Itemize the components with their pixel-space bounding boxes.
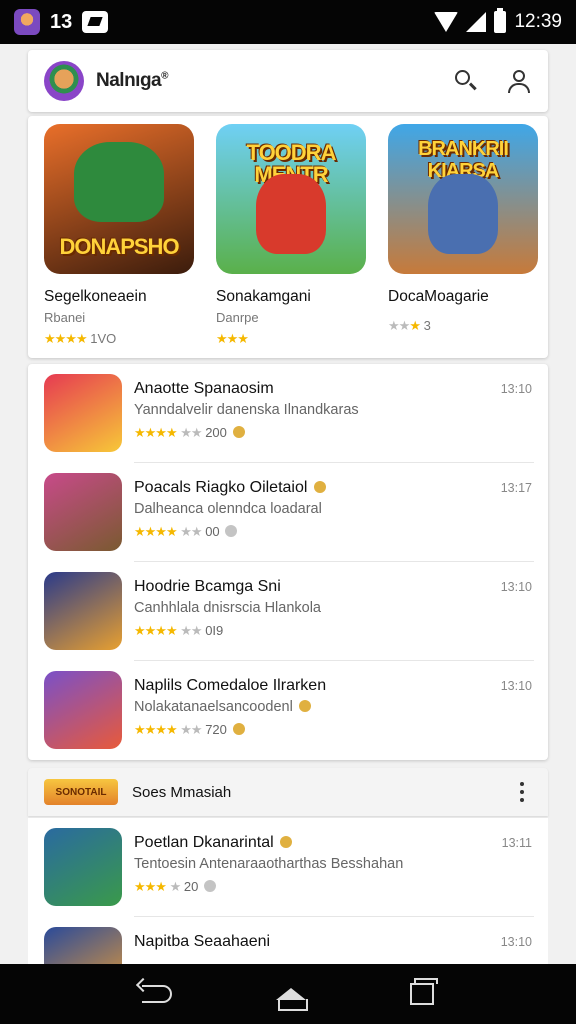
game-rating: ★★★ ★ 20 [134, 879, 216, 895]
game-rating: ★★★★ ★★ 720 [134, 722, 245, 738]
user-icon [513, 70, 525, 82]
more-options-icon[interactable] [512, 780, 532, 804]
home-icon[interactable] [276, 988, 308, 1011]
game-title: Hoodrie Bcamga Sni [134, 578, 281, 595]
profile-button[interactable] [506, 68, 532, 94]
status-bar: 13 12:39 [0, 0, 576, 44]
game-thumbnail [44, 671, 122, 749]
featured-sub: Danrpe [216, 310, 259, 325]
game-notification-icon [14, 9, 40, 35]
featured-rating: ★★★ 3 [388, 318, 431, 333]
coin-icon [203, 880, 216, 892]
game-rating: ★★★★ ★★ 00 [134, 524, 238, 540]
featured-name: Segelkoneaein [44, 288, 147, 305]
featured-art: TOODRA MENTR [216, 124, 366, 274]
game-time: 13:10 [500, 580, 532, 594]
game-time: 13:11 [501, 836, 532, 850]
search-button[interactable] [452, 68, 478, 94]
game-time: 13:10 [500, 679, 532, 693]
list-item[interactable]: Poacals Riagko Oiletaiol Dalheanca olenn… [28, 463, 548, 562]
game-thumbnail [44, 927, 122, 964]
featured-card[interactable]: DONAPSHO Segelkoneaein Rbanei ★★★★ 1VO [44, 124, 204, 347]
game-rating: ★★★★ ★★ 0I9 [134, 623, 224, 638]
game-time: 13:10 [500, 382, 532, 396]
game-title: Naplils Comedaloe Ilrarken [134, 677, 327, 694]
coin-icon [232, 426, 245, 438]
game-description: Tentoesin Antenaraaotharthas Besshahan [134, 856, 404, 872]
system-nav-bar [0, 964, 576, 1024]
app-title: Nalnıga® [96, 70, 168, 91]
featured-name: DocaMoagarie [388, 288, 489, 305]
game-time: 13:10 [500, 935, 532, 949]
game-description: Yanndalvelir danenska Ilnandkaras [134, 402, 359, 418]
featured-sub: Rbanei [44, 310, 86, 325]
cell-signal-icon [466, 12, 487, 32]
recent-apps-icon[interactable] [410, 978, 438, 1005]
game-title: Poetlan Dkanarintal [134, 834, 293, 852]
game-thumbnail [44, 374, 122, 452]
game-list: Anaotte Spanaosim Yanndalvelir danenska … [28, 364, 548, 760]
section-title: Soes Mmasiah [132, 783, 232, 801]
list-item[interactable]: Napitba Seaahaeni 13:10 [28, 917, 548, 964]
list-item[interactable]: Naplils Comedaloe Ilrarken Nolakatanaels… [28, 661, 548, 760]
featured-rating: ★★★ [216, 331, 249, 346]
featured-card[interactable]: TOODRA MENTR Sonakamgani Danrpe ★★★ [216, 124, 376, 347]
message-notification-icon [82, 11, 109, 33]
coin-icon [225, 525, 238, 537]
featured-card[interactable]: BRANKRII KIARSA DocaMoagarie ★★★ 3 [388, 124, 548, 334]
battery-icon [494, 8, 507, 33]
app-bar: Nalnıga® [28, 50, 548, 112]
clock: 12:39 [514, 11, 562, 32]
game-description: Canhhlala dnisrscia Hlankola [134, 600, 321, 616]
game-list-2: Poetlan Dkanarintal Tentoesin Antenaraao… [28, 818, 548, 964]
featured-rating: ★★★★ 1VO [44, 331, 117, 346]
list-item[interactable]: Anaotte Spanaosim Yanndalvelir danenska … [28, 364, 548, 463]
game-thumbnail [44, 828, 122, 906]
game-time: 13:17 [500, 481, 532, 495]
list-item[interactable]: Poetlan Dkanarintal Tentoesin Antenaraao… [28, 818, 548, 917]
section-logo: SONOTAIL [44, 779, 118, 805]
featured-art: DONAPSHO [44, 124, 194, 274]
coin-icon [232, 723, 245, 735]
search-icon [455, 70, 470, 85]
game-title: Poacals Riagko Oiletaiol [134, 479, 326, 497]
featured-name: Sonakamgani [216, 288, 311, 305]
list-item[interactable]: Hoodrie Bcamga Sni Canhhlala dnisrscia H… [28, 562, 548, 661]
game-description: Dalheanca olenndca loadaral [134, 501, 322, 517]
section-header: SONOTAIL Soes Mmasiah [28, 768, 548, 816]
notification-count: 13 [50, 10, 73, 33]
game-rating: ★★★★ ★★ 200 [134, 425, 245, 441]
game-thumbnail [44, 572, 122, 650]
game-thumbnail [44, 473, 122, 551]
game-title: Napitba Seaahaeni [134, 933, 271, 950]
featured-art: BRANKRII KIARSA [388, 124, 538, 274]
back-icon[interactable] [142, 985, 172, 1003]
game-description: Nolakatanaelsancoodenl [134, 699, 311, 715]
game-title: Anaotte Spanaosim [134, 380, 274, 397]
app-logo-avatar[interactable] [44, 61, 84, 101]
wifi-icon [434, 12, 459, 32]
featured-carousel: DONAPSHO Segelkoneaein Rbanei ★★★★ 1VO T… [28, 116, 548, 358]
